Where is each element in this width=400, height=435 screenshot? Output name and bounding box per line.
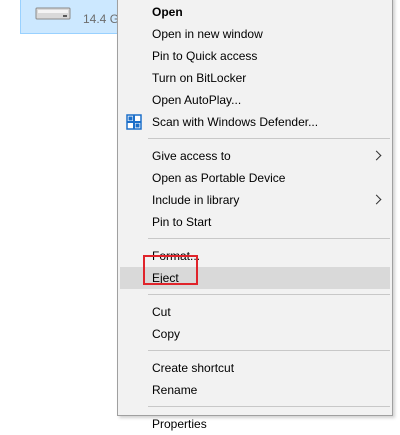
menu-item-label: Open as Portable Device — [152, 171, 286, 185]
menu-item-cut[interactable]: Cut — [118, 301, 392, 323]
chevron-right-icon — [371, 150, 382, 161]
menu-separator — [148, 294, 390, 295]
menu-item-open[interactable]: Open — [118, 1, 392, 23]
menu-item-label: Pin to Start — [152, 215, 212, 229]
menu-item-open-new-window[interactable]: Open in new window — [118, 23, 392, 45]
menu-item-properties[interactable]: Properties — [118, 413, 392, 435]
menu-separator — [148, 238, 390, 239]
menu-item-label: Include in library — [152, 193, 240, 207]
menu-item-label: Copy — [152, 327, 181, 341]
menu-item-include-library[interactable]: Include in library — [118, 189, 392, 211]
menu-item-label: Give access to — [152, 149, 231, 163]
menu-item-scan-defender[interactable]: Scan with Windows Defender... — [118, 111, 392, 133]
menu-item-label: Turn on BitLocker — [152, 71, 247, 85]
menu-item-label: Open in new window — [152, 27, 263, 41]
menu-separator — [148, 138, 390, 139]
windows-defender-icon — [126, 114, 142, 130]
menu-separator — [148, 350, 390, 351]
menu-item-turn-on-bitlocker[interactable]: Turn on BitLocker — [118, 67, 392, 89]
menu-item-label: Create shortcut — [152, 361, 235, 375]
menu-item-label: Open — [152, 5, 183, 19]
menu-item-give-access[interactable]: Give access to — [118, 145, 392, 167]
eject-highlight-annotation — [143, 255, 198, 285]
menu-item-rename[interactable]: Rename — [118, 379, 392, 401]
menu-item-label: Pin to Quick access — [152, 49, 258, 63]
menu-separator — [148, 406, 390, 407]
menu-item-label: Open AutoPlay... — [152, 93, 242, 107]
menu-item-copy[interactable]: Copy — [118, 323, 392, 345]
menu-item-open-portable-device[interactable]: Open as Portable Device — [118, 167, 392, 189]
usb-drive-item[interactable]: 14.4 GB — [20, 0, 130, 34]
menu-item-open-autoplay[interactable]: Open AutoPlay... — [118, 89, 392, 111]
context-menu-list: Open Open in new window Pin to Quick acc… — [118, 1, 392, 435]
menu-item-pin-start[interactable]: Pin to Start — [118, 211, 392, 233]
menu-item-label: Cut — [152, 305, 171, 319]
context-menu: Open Open in new window Pin to Quick acc… — [117, 0, 393, 431]
file-explorer-view: 14.4 GB Open Open in new window Pin to Q… — [0, 0, 400, 431]
menu-item-create-shortcut[interactable]: Create shortcut — [118, 357, 392, 379]
menu-item-pin-quick-access[interactable]: Pin to Quick access — [118, 45, 392, 67]
menu-item-label: Rename — [152, 383, 198, 397]
chevron-right-icon — [371, 194, 382, 205]
menu-item-label: Properties — [152, 417, 207, 431]
menu-item-label: Scan with Windows Defender... — [152, 115, 319, 129]
usb-drive-icon — [35, 7, 71, 20]
